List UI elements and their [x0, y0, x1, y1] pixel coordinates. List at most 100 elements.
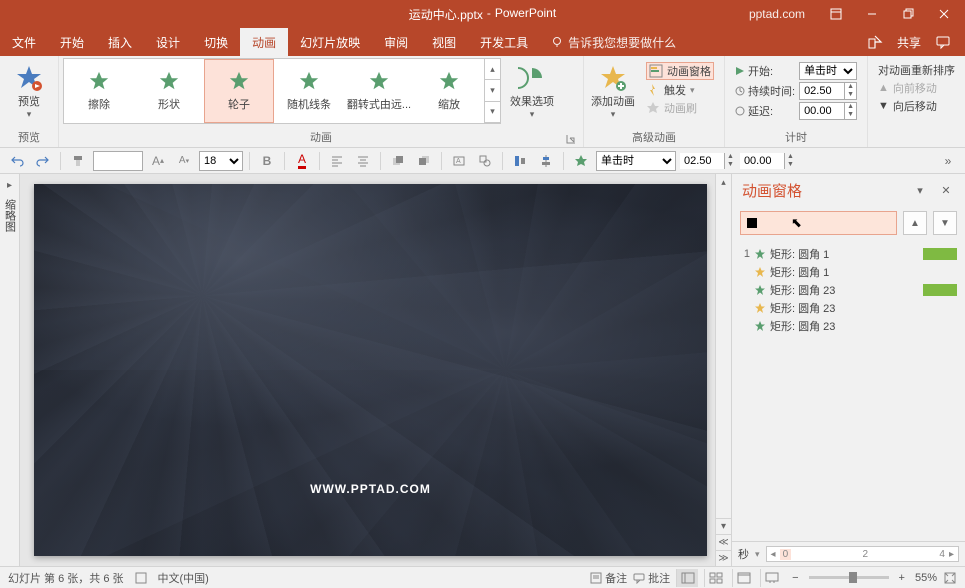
grow-font-button[interactable]: A▴	[147, 150, 169, 172]
qat-start-select[interactable]: 单击时	[596, 151, 676, 171]
add-anim-qat-button[interactable]	[570, 150, 592, 172]
minimize-button[interactable]	[855, 0, 889, 28]
anim-list-item[interactable]: 矩形: 圆角 23	[736, 281, 961, 299]
add-animation-button[interactable]: 添加动画 ▾	[588, 58, 638, 124]
tab-developer[interactable]: 开发工具	[468, 28, 540, 56]
share-button[interactable]: 共享	[897, 34, 921, 51]
qat-duration-spinner[interactable]: ▲▼	[680, 151, 736, 171]
animation-pane-toggle[interactable]: 动画窗格	[646, 62, 714, 80]
tab-design[interactable]: 设计	[144, 28, 192, 56]
effect-options-button[interactable]: 效果选项 ▾	[507, 58, 557, 124]
close-button[interactable]	[927, 0, 961, 28]
gallery-more-icon[interactable]: ▾	[485, 102, 500, 123]
spin-up-icon[interactable]: ▲	[845, 83, 856, 91]
tab-home[interactable]: 开始	[48, 28, 96, 56]
anim-list-item[interactable]: 矩形: 圆角 1	[736, 263, 961, 281]
font-size-select[interactable]: 18	[199, 151, 243, 171]
qat-delay-spinner[interactable]: ▲▼	[740, 151, 796, 171]
anim-shape[interactable]: 形状	[134, 59, 204, 123]
qat-overflow-button[interactable]: »	[937, 150, 959, 172]
zoom-in-button[interactable]: +	[895, 572, 909, 584]
move-later-button[interactable]: ▼向后移动	[878, 98, 955, 114]
chevron-right-icon[interactable]: ▸	[7, 180, 12, 191]
insert-textbox-button[interactable]: A	[448, 150, 470, 172]
thumbnail-panel-collapsed[interactable]: ▸ 缩略图	[0, 174, 20, 566]
slideshow-view-button[interactable]	[760, 569, 782, 587]
anim-wheel[interactable]: 轮子	[204, 59, 274, 123]
bring-forward-button[interactable]	[387, 150, 409, 172]
notes-button[interactable]: 备注	[590, 570, 627, 586]
reading-view-button[interactable]	[732, 569, 754, 587]
animation-gallery[interactable]: 擦除 形状 轮子 随机线条 翻转式由远... 缩放 ▴ ▾ ▾	[63, 58, 501, 124]
redo-button[interactable]	[32, 150, 54, 172]
language-status[interactable]: 中文(中国)	[158, 570, 209, 586]
tab-slideshow[interactable]: 幻灯片放映	[288, 28, 372, 56]
spin-up-icon[interactable]: ▲	[845, 103, 856, 111]
gallery-down-icon[interactable]: ▾	[485, 80, 500, 101]
animation-painter-button[interactable]: 动画刷	[646, 100, 714, 116]
font-color-button[interactable]: A	[291, 150, 313, 172]
undo-button[interactable]	[6, 150, 28, 172]
anim-grow-turn[interactable]: 翻转式由远...	[344, 59, 414, 123]
zoom-out-button[interactable]: −	[788, 572, 802, 584]
anim-list-item[interactable]: 矩形: 圆角 23	[736, 317, 961, 335]
tab-animations[interactable]: 动画	[240, 28, 288, 56]
align-center-button[interactable]	[352, 150, 374, 172]
anim-list-item[interactable]: 1矩形: 圆角 1	[736, 245, 961, 263]
spin-down-icon[interactable]: ▼	[845, 111, 856, 119]
anim-list-item[interactable]: 矩形: 圆角 23	[736, 299, 961, 317]
timeline-scrubber[interactable]: ◂ 0 2 4 ▸	[766, 546, 959, 562]
spell-check-icon[interactable]	[134, 571, 148, 585]
send-backward-button[interactable]	[413, 150, 435, 172]
zoom-slider[interactable]	[809, 576, 889, 579]
delay-spinner[interactable]: ▲▼	[799, 102, 857, 120]
shapes-button[interactable]	[474, 150, 496, 172]
duration-spinner[interactable]: ▲▼	[799, 82, 857, 100]
comments-button[interactable]: 批注	[633, 570, 670, 586]
slide-canvas[interactable]: WWW.PPTAD.COM	[34, 184, 707, 556]
restore-button[interactable]	[891, 0, 925, 28]
font-select[interactable]	[93, 151, 143, 171]
align-button[interactable]	[535, 150, 557, 172]
prev-slide-button[interactable]: ≪	[716, 534, 731, 550]
move-down-button[interactable]: ▼	[933, 211, 957, 235]
anim-wipe[interactable]: 擦除	[64, 59, 134, 123]
title-link[interactable]: pptad.com	[749, 7, 805, 21]
next-slide-button[interactable]: ≫	[716, 550, 731, 566]
timeline-left-icon[interactable]: ◂	[769, 549, 778, 560]
preview-button[interactable]: 预览 ▾	[4, 58, 54, 124]
sorter-view-button[interactable]	[704, 569, 726, 587]
chevron-down-icon[interactable]: ▾	[755, 549, 760, 560]
vertical-scrollbar[interactable]: ▴ ▾ ≪ ≫	[715, 174, 731, 566]
bold-button[interactable]: B	[256, 150, 278, 172]
scroll-up-icon[interactable]: ▴	[716, 174, 731, 190]
start-select[interactable]: 单击时	[799, 62, 857, 80]
format-painter-button[interactable]	[67, 150, 89, 172]
spin-down-icon[interactable]: ▼	[845, 91, 856, 99]
move-up-button[interactable]: ▲	[903, 211, 927, 235]
tab-review[interactable]: 审阅	[372, 28, 420, 56]
scroll-down-icon[interactable]: ▾	[716, 518, 731, 534]
tab-insert[interactable]: 插入	[96, 28, 144, 56]
pane-options-button[interactable]: ▾	[911, 182, 929, 200]
slide-counter[interactable]: 幻灯片 第 6 张，共 6 张	[8, 570, 124, 586]
tab-transitions[interactable]: 切换	[192, 28, 240, 56]
pane-close-button[interactable]: ✕	[937, 182, 955, 200]
group-align-button[interactable]	[509, 150, 531, 172]
fit-to-window-button[interactable]	[943, 571, 957, 585]
anim-zoom[interactable]: 缩放	[414, 59, 484, 123]
play-selected-button[interactable]: ⬉	[740, 211, 897, 235]
trigger-button[interactable]: 触发▾	[646, 82, 714, 98]
move-earlier-button[interactable]: ▲向前移动	[878, 80, 955, 96]
comments-icon[interactable]	[935, 34, 951, 50]
timeline-right-icon[interactable]: ▸	[947, 549, 956, 560]
gallery-up-icon[interactable]: ▴	[485, 59, 500, 80]
shrink-font-button[interactable]: A▾	[173, 150, 195, 172]
tell-me-search[interactable]: 告诉我您想要做什么	[540, 28, 686, 56]
normal-view-button[interactable]	[676, 569, 698, 587]
tab-view[interactable]: 视图	[420, 28, 468, 56]
zoom-level[interactable]: 55%	[915, 572, 937, 584]
tab-file[interactable]: 文件	[0, 28, 48, 56]
align-left-button[interactable]	[326, 150, 348, 172]
anim-random-bars[interactable]: 随机线条	[274, 59, 344, 123]
